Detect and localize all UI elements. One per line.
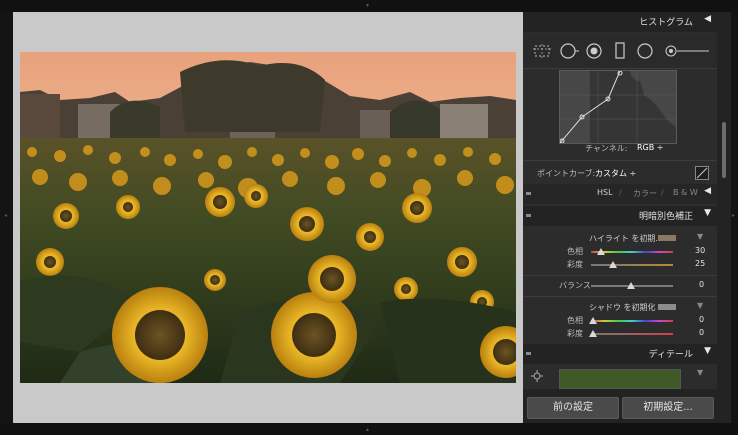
triangle-left-icon[interactable]: ◀ xyxy=(704,14,711,24)
shadows-reset-label[interactable]: シャドウ を初期化 xyxy=(589,302,656,313)
tab-hsl[interactable]: HSL xyxy=(597,188,613,197)
highlights-reset-label[interactable]: ハイライト を初期... xyxy=(589,233,663,244)
image-canvas[interactable] xyxy=(13,12,523,423)
divider xyxy=(523,296,717,297)
triangle-down-icon[interactable]: ▼ xyxy=(697,232,703,241)
shadow-hue-knob[interactable] xyxy=(589,317,597,324)
histogram-title: ヒストグラム xyxy=(639,18,693,28)
triangle-down-icon[interactable]: ▼ xyxy=(697,301,703,310)
split-toning-header[interactable]: 明暗別色補正 ▼ xyxy=(523,206,717,226)
shadow-saturation-value[interactable]: 0 xyxy=(699,328,704,337)
target-adjust-icon[interactable] xyxy=(531,370,543,382)
shadow-hue-label: 色相 xyxy=(567,316,583,325)
highlight-saturation-value[interactable]: 25 xyxy=(695,259,705,268)
detail-header[interactable]: ディテール ▼ xyxy=(523,344,717,364)
crop-overlay-icon[interactable] xyxy=(533,44,551,58)
hsl-color-bw-header[interactable]: HSL / カラー / B & W ◀ xyxy=(523,184,717,204)
scrollbar-thumb[interactable] xyxy=(722,122,726,178)
top-panel-bar: ▾ xyxy=(0,0,738,12)
channel-select[interactable]: RGB ÷ xyxy=(637,143,664,152)
filmstrip-toggle-icon[interactable]: ▴ xyxy=(366,426,369,433)
panel-scrollbar[interactable] xyxy=(717,12,731,423)
filmstrip-bar: ▴ xyxy=(0,423,738,435)
shadow-hue-value[interactable]: 0 xyxy=(699,315,704,324)
shadow-color-swatch[interactable] xyxy=(658,304,676,310)
highlight-saturation-label: 彩度 xyxy=(567,260,583,269)
left-panel-toggle-icon[interactable]: ◂ xyxy=(4,212,7,219)
point-curve-select[interactable]: カスタム ÷ xyxy=(595,168,636,179)
divider xyxy=(523,275,717,276)
sunflower-field-photo xyxy=(20,52,516,383)
tool-strip xyxy=(523,34,717,69)
triangle-left-icon[interactable]: ◀ xyxy=(704,186,711,196)
previous-settings-button[interactable]: 前の設定 xyxy=(527,397,619,419)
tab-separator: / xyxy=(619,188,622,197)
detail-preview[interactable] xyxy=(559,369,681,389)
shadow-saturation-knob[interactable] xyxy=(589,330,597,337)
tab-bw[interactable]: B & W xyxy=(673,188,698,197)
balance-knob[interactable] xyxy=(627,282,635,289)
panel-grip xyxy=(526,214,531,217)
right-panel-toggle-icon[interactable]: ▸ xyxy=(732,212,735,219)
highlight-color-swatch[interactable] xyxy=(658,235,676,241)
right-panel-edge: ▸ xyxy=(731,12,738,423)
channel-label: チャンネル: xyxy=(585,144,628,153)
split-toning-title: 明暗別色補正 xyxy=(638,212,693,222)
panel-grip xyxy=(526,352,531,355)
curve-edit-icon[interactable] xyxy=(695,166,709,180)
highlight-saturation-slider[interactable] xyxy=(591,264,673,266)
reset-button[interactable]: 初期設定... xyxy=(622,397,714,419)
top-panel-toggle-icon[interactable]: ▾ xyxy=(366,2,369,9)
triangle-down-icon[interactable]: ▼ xyxy=(697,368,703,377)
point-curve-label: ポイントカーブ: xyxy=(537,169,596,178)
photo-preview[interactable] xyxy=(20,52,516,383)
detail-title: ディテール xyxy=(648,350,693,360)
tone-curve-graph[interactable] xyxy=(559,70,677,144)
balance-value[interactable]: 0 xyxy=(699,280,704,289)
red-eye-icon[interactable] xyxy=(586,43,602,59)
tab-color[interactable]: カラー xyxy=(633,188,657,199)
histogram-header[interactable]: ヒストグラム ◀ xyxy=(523,12,717,32)
highlight-hue-label: 色相 xyxy=(567,247,583,256)
tab-separator: / xyxy=(661,188,664,197)
radial-filter-icon[interactable] xyxy=(637,43,653,59)
spot-removal-icon[interactable] xyxy=(560,43,580,59)
triangle-down-icon[interactable]: ▼ xyxy=(704,208,711,218)
shadow-saturation-label: 彩度 xyxy=(567,329,583,338)
develop-right-panel: ヒストグラム ◀ チャンネル: RGB ÷ ポイントカーブ: カスタム ÷ HS… xyxy=(523,12,717,423)
panel-grip xyxy=(526,192,531,195)
graduated-filter-icon[interactable] xyxy=(615,42,625,60)
highlight-hue-knob[interactable] xyxy=(597,248,605,255)
divider xyxy=(523,160,717,161)
left-panel-edge: ◂ xyxy=(0,12,13,423)
balance-label: バランス xyxy=(559,281,591,290)
triangle-down-icon[interactable]: ▼ xyxy=(704,346,711,356)
shadow-hue-slider[interactable] xyxy=(591,320,673,322)
shadow-saturation-slider[interactable] xyxy=(591,333,673,335)
adjustment-brush-icon[interactable] xyxy=(665,45,711,57)
highlight-hue-value[interactable]: 30 xyxy=(695,246,705,255)
highlight-saturation-knob[interactable] xyxy=(609,261,617,268)
